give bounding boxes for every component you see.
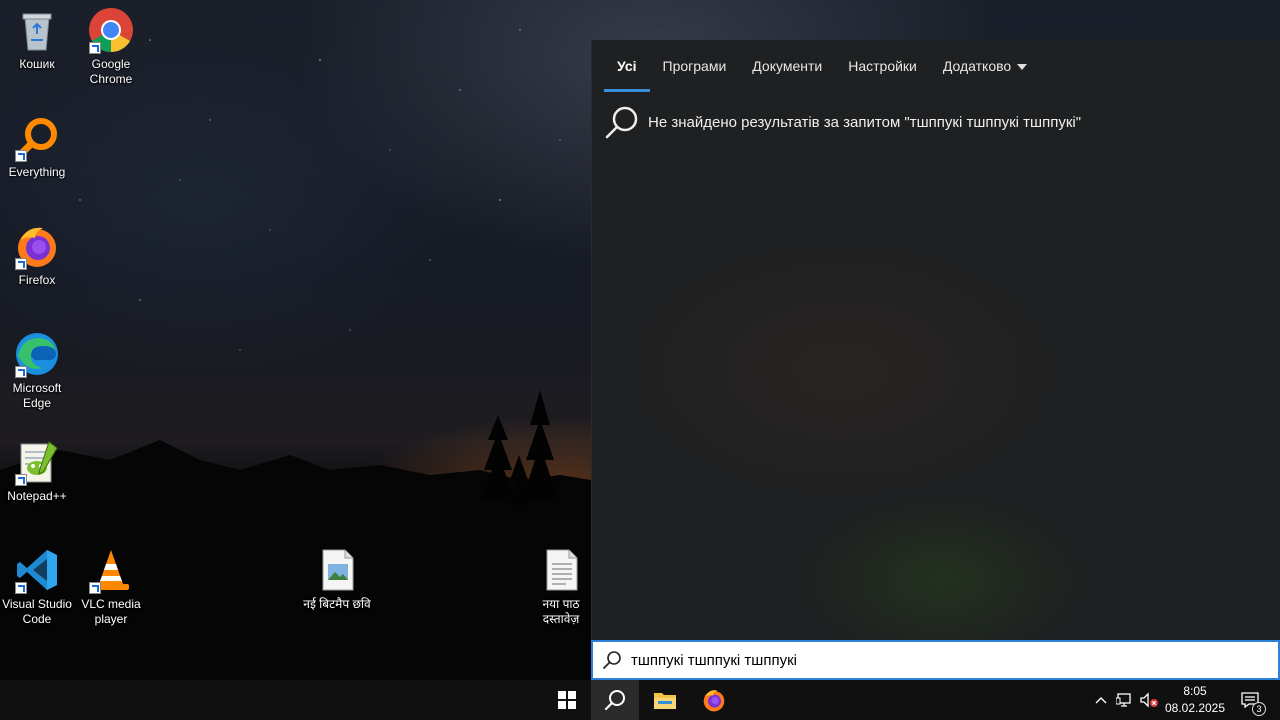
desktop-icon-label: Microsoft Edge — [12, 381, 62, 410]
tab-label: Настройки — [848, 58, 917, 74]
search-icon — [603, 651, 621, 669]
desktop-icon-label: Firefox — [18, 273, 56, 287]
notepad-plus-plus-icon — [13, 438, 61, 486]
search-filter-tabs: Усі Програми Документи Настройки Додатко… — [592, 40, 1280, 92]
speaker-muted-icon — [1140, 692, 1158, 708]
taskbar-file-explorer[interactable] — [641, 680, 689, 720]
tab-label: Документи — [752, 58, 823, 74]
notification-count-badge: 3 — [1252, 702, 1266, 716]
clock: 8:05 08.02.2025 — [1160, 683, 1230, 717]
show-hidden-icons-button[interactable] — [1090, 680, 1112, 720]
tab-settings[interactable]: Настройки — [835, 40, 930, 92]
firefox-icon — [703, 690, 725, 712]
shortcut-arrow-icon — [15, 258, 27, 270]
clock-time: 8:05 — [1183, 684, 1207, 698]
desktop-icon-vlc-media-player[interactable]: VLC media player — [74, 546, 148, 627]
tab-label: Усі — [617, 58, 637, 74]
taskbar-search-button[interactable] — [591, 680, 639, 720]
desktop-icon-notepad-plus-plus[interactable]: Notepad++ — [0, 438, 74, 504]
desktop-icon-label: Notepad++ — [7, 489, 67, 503]
network-icon — [1116, 693, 1131, 707]
windows-logo-icon — [558, 691, 576, 709]
search-icon — [605, 106, 638, 139]
clock-date: 08.02.2025 — [1164, 701, 1226, 715]
shortcut-arrow-icon — [15, 150, 27, 162]
desktop-icon-recycle-bin[interactable]: Кошик — [0, 6, 74, 72]
chrome-icon — [87, 6, 135, 54]
tab-documents[interactable]: Документи — [739, 40, 835, 92]
edge-icon — [13, 330, 61, 378]
tab-all[interactable]: Усі — [604, 40, 650, 92]
tab-label: Додатково — [942, 58, 1012, 74]
everything-search-icon — [13, 114, 61, 162]
tab-more-dropdown[interactable]: Додатково — [930, 40, 1040, 92]
desktop-icon-label: Visual Studio Code — [2, 597, 72, 626]
desktop-icon-google-chrome[interactable]: Google Chrome — [74, 6, 148, 87]
desktop-icon-label: Кошик — [19, 57, 55, 71]
taskbar-firefox[interactable] — [690, 680, 738, 720]
firefox-icon — [13, 222, 61, 270]
text-file-icon — [537, 546, 585, 594]
start-button[interactable] — [543, 680, 591, 720]
search-results-panel: Усі Програми Документи Настройки Додатко… — [591, 40, 1280, 680]
desktop-icon-label: Google Chrome — [89, 57, 133, 86]
shortcut-arrow-icon — [89, 582, 101, 594]
chevron-up-icon — [1095, 697, 1107, 704]
shortcut-arrow-icon — [15, 366, 27, 378]
shortcut-arrow-icon — [15, 582, 27, 594]
desktop-icon-everything[interactable]: Everything — [0, 114, 74, 180]
chevron-down-icon — [1017, 64, 1028, 71]
desktop-icon-visual-studio-code[interactable]: Visual Studio Code — [0, 546, 74, 627]
bitmap-file-icon — [313, 546, 361, 594]
vlc-cone-icon — [87, 546, 135, 594]
shortcut-arrow-icon — [15, 474, 27, 486]
desktop-icon-bitmap-file[interactable]: नई बिटमैप छवि — [300, 546, 374, 612]
desktop-icon-label: Everything — [8, 165, 66, 179]
tab-apps[interactable]: Програми — [650, 40, 740, 92]
search-input[interactable] — [631, 651, 1231, 669]
clock-button[interactable]: 8:05 08.02.2025 — [1160, 680, 1230, 720]
action-center-button[interactable]: 3 — [1232, 680, 1268, 720]
volume-button[interactable] — [1138, 680, 1160, 720]
shortcut-arrow-icon — [89, 42, 101, 54]
desktop-icon-microsoft-edge[interactable]: Microsoft Edge — [0, 330, 74, 411]
recycle-bin-icon — [13, 6, 61, 54]
desktop-icon-label: VLC media player — [81, 597, 141, 626]
desktop-icon-firefox[interactable]: Firefox — [0, 222, 74, 288]
no-results-message: Не знайдено результатів за запитом "тшпп… — [604, 104, 1081, 140]
folder-icon — [654, 693, 676, 709]
taskbar: 8:05 08.02.2025 3 — [0, 680, 1280, 720]
desktop-icon-label: नई बिटमैप छवि — [303, 597, 371, 611]
desktop-icon-text-file[interactable]: नया पाठ दस्तावेज़ — [524, 546, 598, 627]
vscode-icon — [13, 546, 61, 594]
no-results-text: Не знайдено результатів за запитом "тшпп… — [648, 113, 1082, 131]
desktop-icon-label: नया पाठ दस्तावेज़ — [542, 597, 580, 626]
network-status-button[interactable] — [1114, 680, 1136, 720]
search-box[interactable] — [591, 640, 1280, 680]
search-icon — [604, 690, 625, 711]
tab-label: Програми — [662, 58, 727, 74]
